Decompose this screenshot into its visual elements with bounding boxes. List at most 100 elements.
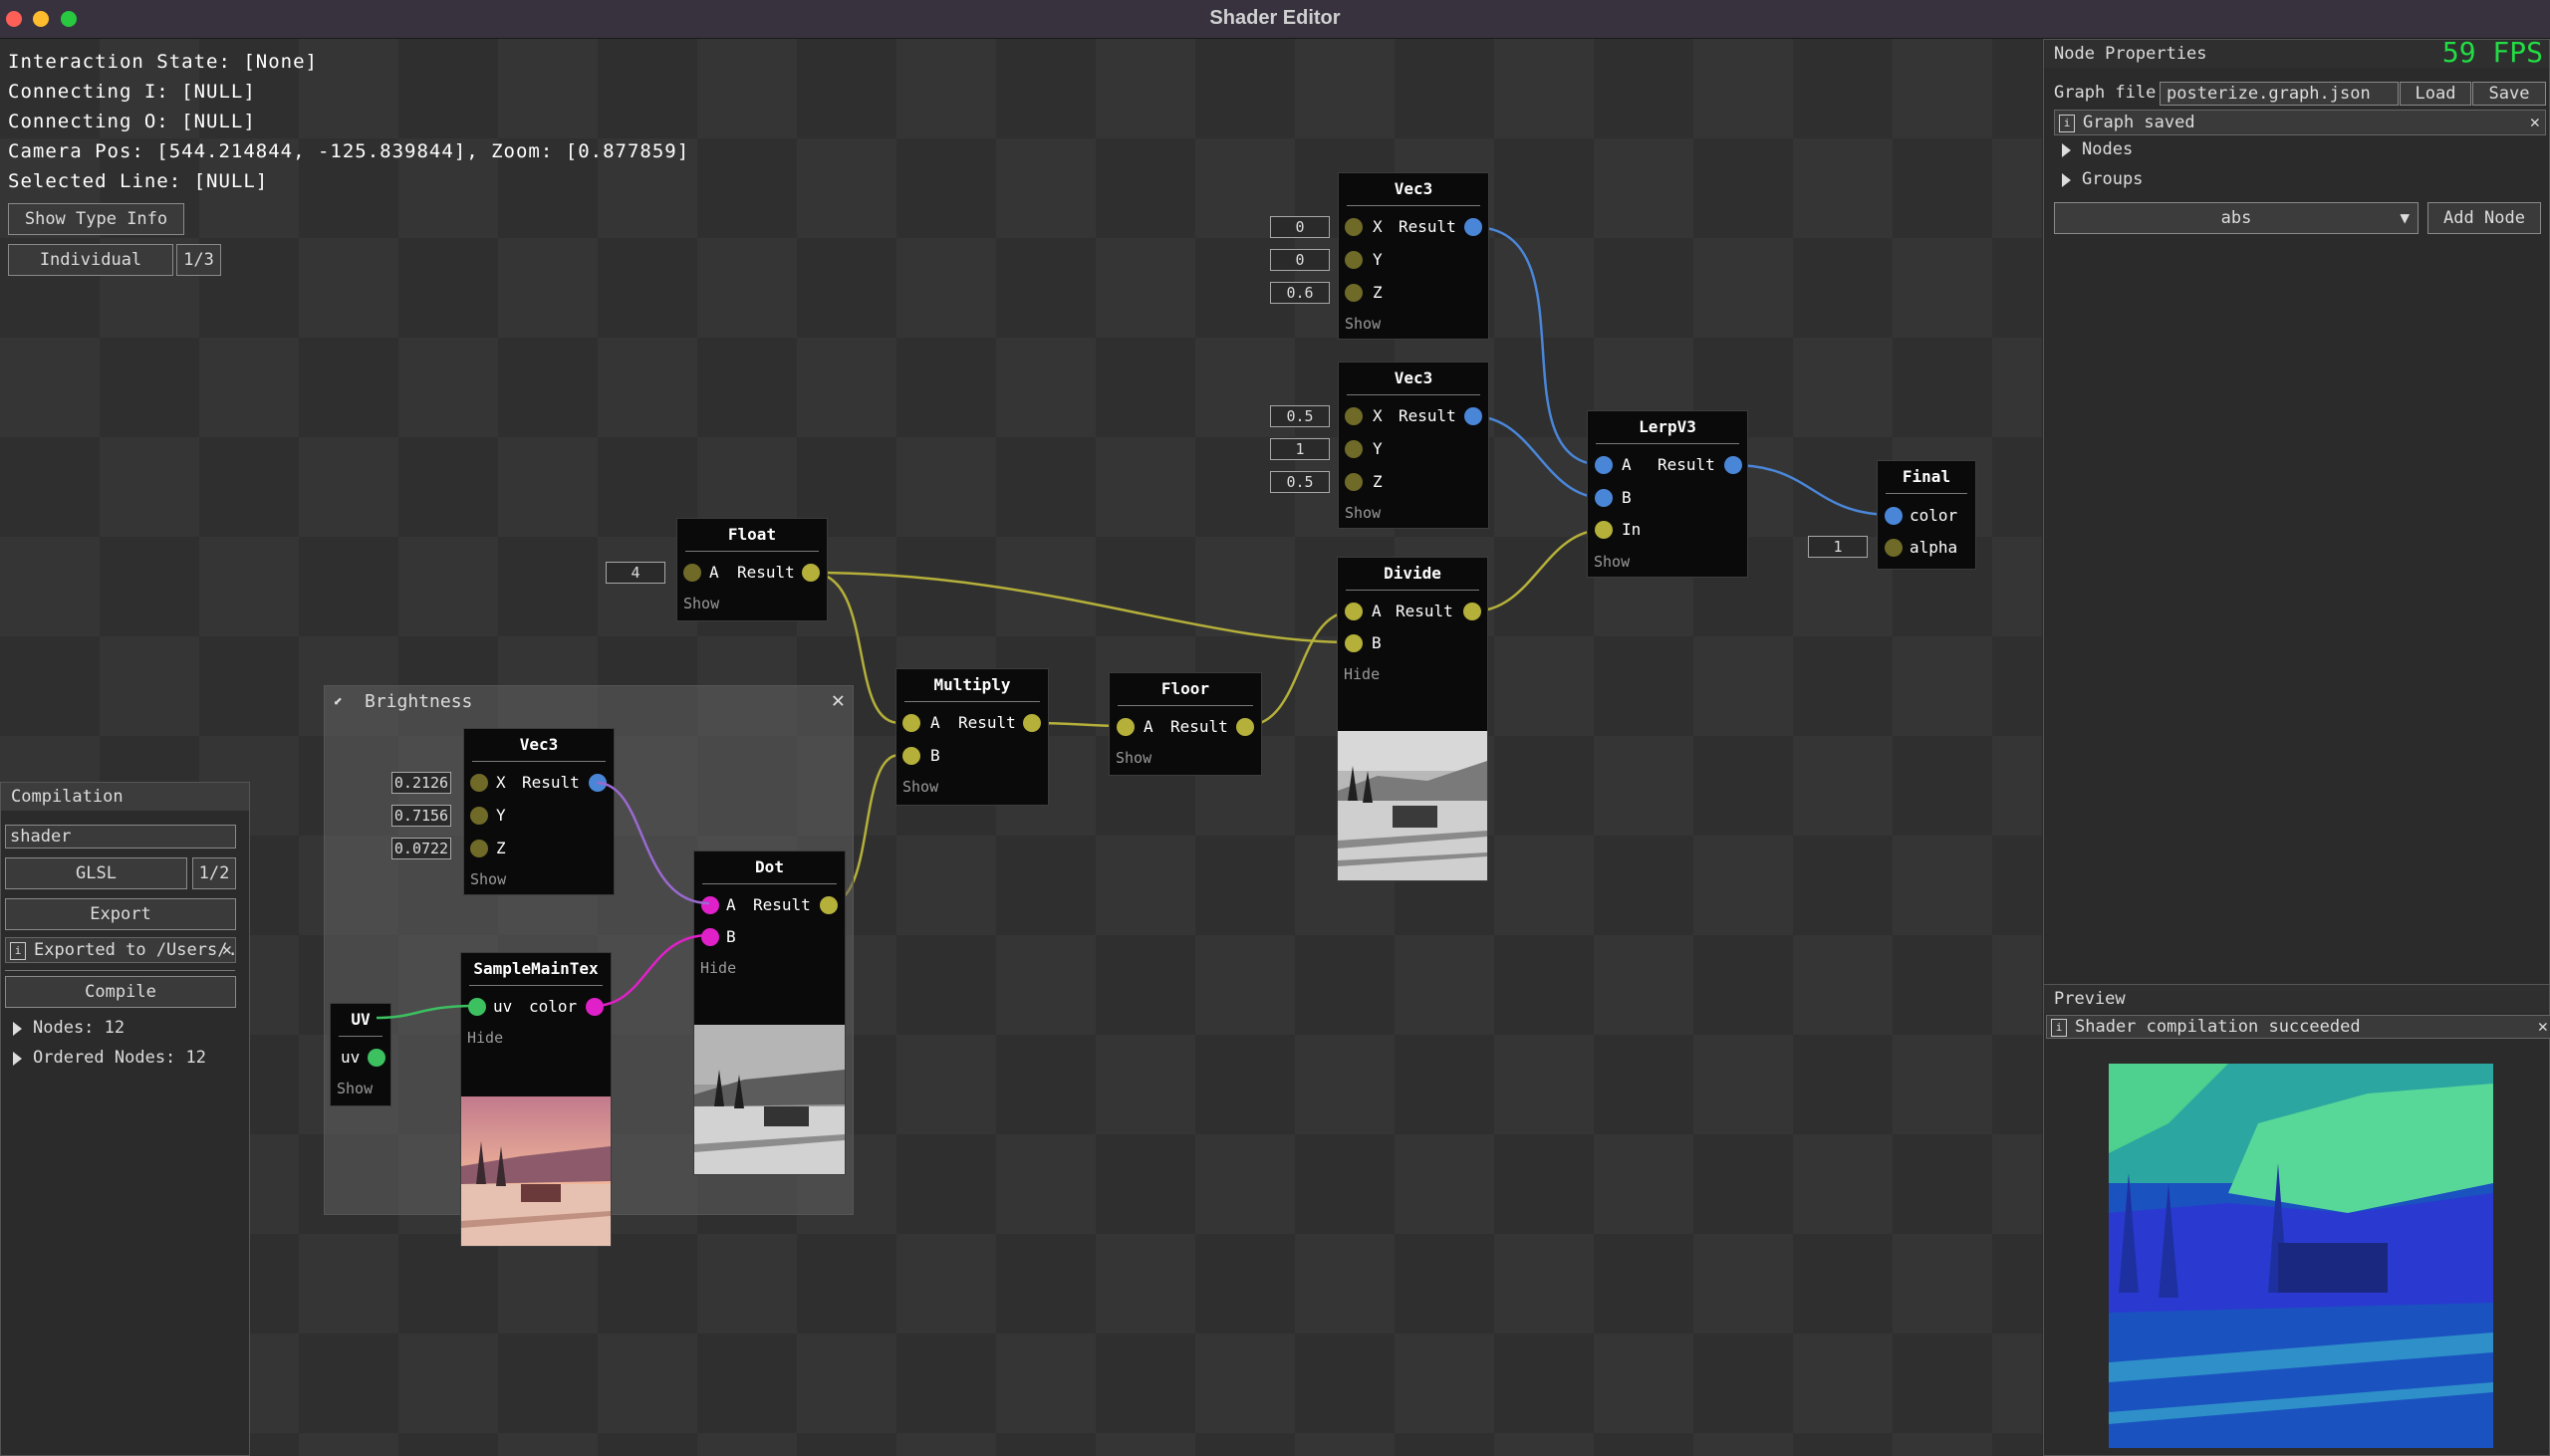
group-title: Brightness	[365, 691, 473, 712]
pin-uv[interactable]	[468, 998, 486, 1016]
pin-alpha[interactable]	[1885, 539, 1903, 557]
ordered-nodes-count[interactable]: Ordered Nodes: 12	[33, 1048, 206, 1068]
pin-result[interactable]	[1236, 718, 1254, 736]
pin-z[interactable]	[470, 840, 488, 857]
pin-x[interactable]	[1345, 407, 1363, 425]
pin-y[interactable]	[1345, 251, 1363, 269]
hide-toggle[interactable]: Hide	[467, 1029, 503, 1047]
expand-ordered-nodes-icon[interactable]	[13, 1052, 22, 1066]
nodes-count[interactable]: Nodes: 12	[33, 1018, 125, 1038]
node-samplemaintex[interactable]: SampleMainTex uv color Hide	[460, 952, 612, 1247]
node-floor[interactable]: Floor A Result Show	[1109, 672, 1262, 776]
pin-result[interactable]	[802, 564, 820, 582]
close-message-icon[interactable]: ✕	[2530, 111, 2540, 134]
expand-nodes-icon[interactable]	[2062, 143, 2071, 157]
vec3a-z-input[interactable]: 0.6	[1270, 282, 1330, 304]
divider	[1347, 394, 1480, 395]
pin-b[interactable]	[1345, 634, 1363, 652]
node-final[interactable]: Final color alpha	[1877, 460, 1976, 570]
pin-uv[interactable]	[368, 1049, 385, 1067]
expand-groups-icon[interactable]	[2062, 173, 2071, 187]
pin-a[interactable]	[701, 896, 719, 914]
show-toggle[interactable]: Show	[683, 595, 719, 612]
vec3c-z-input[interactable]: 0.0722	[391, 838, 451, 859]
compile-button[interactable]: Compile	[5, 976, 236, 1008]
vec3c-x-input[interactable]: 0.2126	[391, 772, 451, 794]
load-button[interactable]: Load	[2400, 82, 2471, 106]
add-node-button[interactable]: Add Node	[2427, 202, 2541, 234]
node-divide[interactable]: Divide A B Result Hide	[1337, 557, 1488, 881]
pin-a[interactable]	[1345, 603, 1363, 620]
hide-toggle[interactable]: Hide	[1344, 665, 1380, 683]
export-button[interactable]: Export	[5, 898, 236, 930]
pin-a[interactable]	[1595, 456, 1613, 474]
pin-z[interactable]	[1345, 473, 1363, 491]
node-vec3-b[interactable]: Vec3 X Y Z Result Show	[1338, 362, 1489, 529]
nodes-tree[interactable]: Nodes	[2082, 139, 2133, 159]
pin-y[interactable]	[470, 807, 488, 825]
pin-x[interactable]	[1345, 218, 1363, 236]
node-vec3-a[interactable]: Vec3 X Y Z Result Show	[1338, 172, 1489, 340]
pin-x[interactable]	[470, 774, 488, 792]
save-button[interactable]: Save	[2472, 82, 2546, 106]
show-toggle[interactable]: Show	[1345, 504, 1381, 522]
language-page[interactable]: 1/2	[192, 857, 236, 889]
node-vec3-luma[interactable]: Vec3 X Y Z Result Show	[463, 728, 615, 895]
show-toggle[interactable]: Show	[337, 1080, 373, 1097]
pin-color[interactable]	[1885, 507, 1903, 525]
pin-result[interactable]	[589, 774, 607, 792]
pin-y[interactable]	[1345, 440, 1363, 458]
individual-page[interactable]: 1/3	[176, 244, 221, 276]
node-lerpv3[interactable]: LerpV3 A B In Result Show	[1587, 410, 1748, 578]
node-multiply[interactable]: Multiply A B Result Show	[895, 668, 1049, 806]
close-message-icon[interactable]: ✕	[222, 938, 232, 962]
hide-toggle[interactable]: Hide	[700, 959, 736, 977]
pin-a[interactable]	[1117, 718, 1135, 736]
node-dot[interactable]: Dot A B Result Hide	[693, 850, 846, 1175]
vec3a-x-input[interactable]: 0	[1270, 216, 1330, 238]
vec3a-y-input[interactable]: 0	[1270, 249, 1330, 271]
show-toggle[interactable]: Show	[1345, 315, 1381, 333]
camera-info: Camera Pos: [544.214844, -125.839844], Z…	[8, 140, 690, 162]
pin-label-z: Z	[1373, 283, 1383, 302]
pin-a[interactable]	[902, 714, 920, 732]
pin-b[interactable]	[1595, 489, 1613, 507]
node-uv[interactable]: UV uv Show	[330, 1003, 391, 1106]
show-toggle[interactable]: Show	[1116, 749, 1151, 767]
pin-result[interactable]	[820, 896, 838, 914]
pin-result[interactable]	[1464, 218, 1482, 236]
final-alpha-input[interactable]: 1	[1808, 536, 1868, 558]
pin-b[interactable]	[902, 747, 920, 765]
vec3c-y-input[interactable]: 0.7156	[391, 805, 451, 827]
show-type-info-button[interactable]: Show Type Info	[8, 203, 184, 235]
pin-result[interactable]	[1463, 603, 1481, 620]
node-type-select[interactable]: abs ▼	[2054, 202, 2419, 234]
show-toggle[interactable]: Show	[1594, 553, 1630, 571]
node-canvas[interactable]: Interaction State: [None] Connecting I: …	[0, 39, 2042, 1456]
expand-nodes-icon[interactable]	[13, 1022, 22, 1036]
pin-result[interactable]	[1464, 407, 1482, 425]
pin-b[interactable]	[701, 928, 719, 946]
groups-tree[interactable]: Groups	[2082, 169, 2143, 189]
close-message-icon[interactable]: ✕	[2538, 1016, 2548, 1038]
show-toggle[interactable]: Show	[470, 870, 506, 888]
title-bar: Shader Editor	[0, 0, 2550, 39]
pin-z[interactable]	[1345, 284, 1363, 302]
show-toggle[interactable]: Show	[902, 778, 938, 796]
language-button[interactable]: GLSL	[5, 857, 187, 889]
vec3b-x-input[interactable]: 0.5	[1270, 405, 1330, 427]
pin-result[interactable]	[1724, 456, 1742, 474]
divider	[1346, 590, 1479, 591]
pin-color[interactable]	[586, 998, 604, 1016]
shader-name-input[interactable]: shader	[5, 825, 236, 849]
vec3b-y-input[interactable]: 1	[1270, 438, 1330, 460]
group-close-icon[interactable]: ✕	[832, 688, 845, 713]
pin-result[interactable]	[1023, 714, 1041, 732]
node-float[interactable]: Float A Result Show	[676, 518, 828, 621]
graph-file-input[interactable]: posterize.graph.json	[2160, 82, 2399, 106]
float-a-input[interactable]: 4	[606, 562, 665, 584]
individual-button[interactable]: Individual	[8, 244, 173, 276]
pin-in[interactable]	[1595, 521, 1613, 539]
vec3b-z-input[interactable]: 0.5	[1270, 471, 1330, 493]
pin-a[interactable]	[683, 564, 701, 582]
